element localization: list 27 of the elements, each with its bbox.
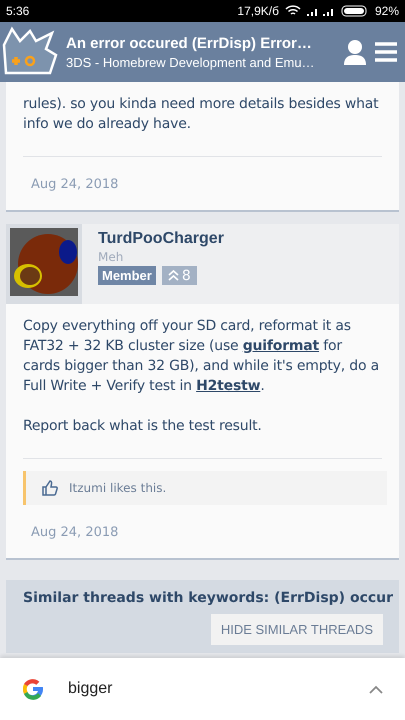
post-date[interactable]: Aug 24, 2018	[6, 157, 399, 210]
trophy-count[interactable]: 8	[162, 266, 197, 285]
user-title: Meh	[98, 250, 124, 264]
thumbs-up-icon[interactable]	[41, 479, 59, 497]
google-logo[interactable]	[20, 676, 46, 702]
post-text: Copy everything off your SD card, reformat it as FAT32 + 32 KB cluster size (use guiformat for cards bigger than 32 GB), and while it's empty, do a Full Write + Verify test in H2testw.	[23, 317, 380, 396]
search-query[interactable]: bigger	[68, 680, 347, 698]
post-text: Report back what is the test result.	[23, 417, 263, 436]
similar-threads-title: Similar threads with keywords: (ErrDisp) occur	[23, 590, 394, 606]
thread-title: An error occured (ErrDisp) Error…	[66, 34, 313, 52]
battery-level: 92%	[374, 4, 399, 18]
post-date[interactable]: Aug 24, 2018	[6, 505, 399, 558]
menu-icon[interactable]	[373, 41, 399, 63]
forum-name[interactable]: 3DS - Homebrew Development and Emu…	[66, 54, 337, 70]
role-label: Member	[98, 266, 156, 285]
status-time: 5:36	[6, 4, 30, 18]
username[interactable]: TurdPooCharger	[98, 230, 224, 248]
chevron-up-icon[interactable]	[369, 684, 383, 694]
post-text: rules). so you kinda need more details besides what info we do already have.	[23, 95, 380, 134]
user-icon[interactable]	[343, 39, 367, 65]
battery-icon	[340, 5, 369, 17]
network-speed: 17,9K/б	[237, 4, 279, 18]
chevrons-up-icon	[168, 269, 179, 282]
hide-similar-button[interactable]: HIDE SIMILAR THREADS	[210, 614, 383, 645]
avatar	[10, 228, 78, 296]
wifi-icon	[284, 5, 301, 17]
likes-text[interactable]: Itzumi likes this.	[69, 481, 166, 495]
